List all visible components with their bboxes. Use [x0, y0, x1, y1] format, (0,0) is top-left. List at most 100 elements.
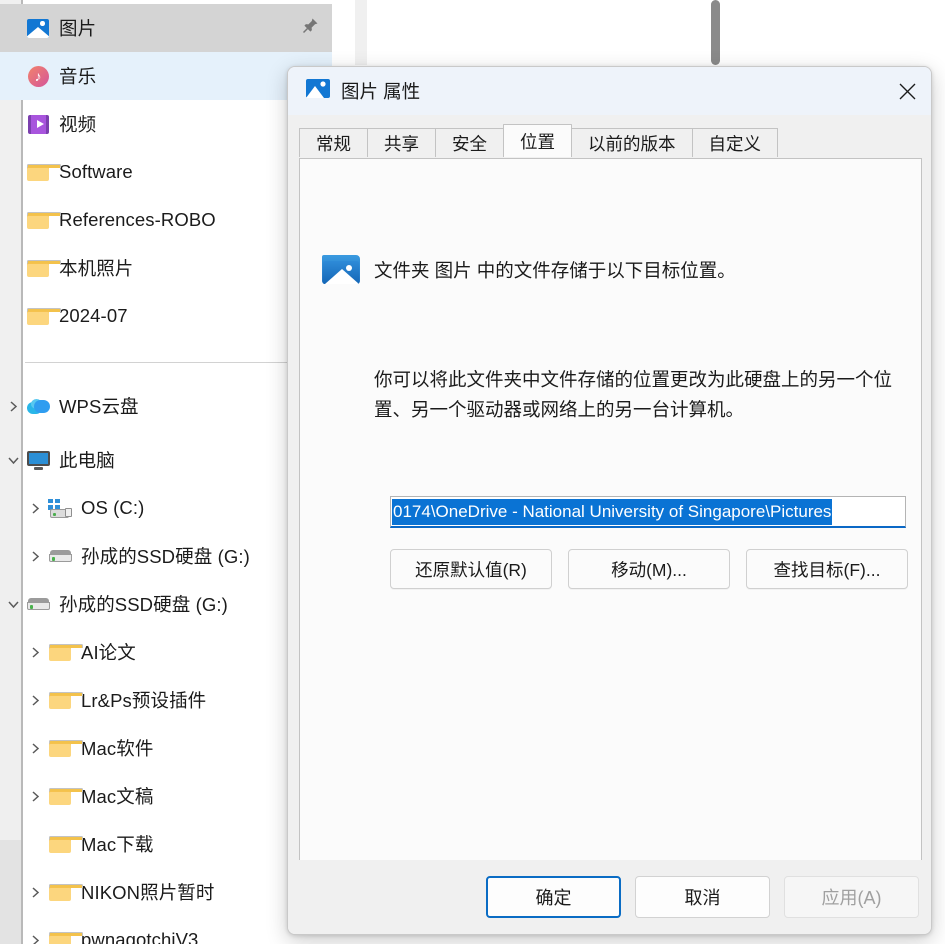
- nav-item-label: 孙成的SSD硬盘 (G:): [81, 546, 250, 567]
- folder-icon: [26, 208, 61, 232]
- folder-icon: [48, 640, 83, 664]
- nav-item-label: Software: [59, 161, 133, 182]
- nav-item[interactable]: 2024-07: [0, 292, 332, 340]
- nav-item-label: OS (C:): [81, 497, 145, 518]
- pin-icon[interactable]: [302, 17, 319, 39]
- tab-0[interactable]: 常规: [299, 128, 368, 157]
- chevron-placeholder: [0, 196, 26, 244]
- picture-icon: [26, 16, 50, 40]
- location-description-text: 你可以将此文件夹中文件存储的位置更改为此硬盘上的另一个位置、另一个驱动器或网络上…: [374, 369, 893, 420]
- drive-icon: [48, 544, 72, 568]
- chevron-placeholder: [0, 4, 26, 52]
- find-target-button[interactable]: 查找目标(F)...: [746, 549, 908, 589]
- nav-item-label: Mac软件: [81, 738, 154, 759]
- chevron-right-icon[interactable]: [22, 916, 48, 944]
- nav-item[interactable]: Mac下载: [0, 820, 332, 868]
- nav-item[interactable]: WPS云盘: [0, 382, 332, 430]
- folder-icon: [48, 832, 83, 856]
- location-heading-text: 文件夹 图片 中的文件存储于以下目标位置。: [374, 260, 736, 281]
- os-drive-icon: [48, 496, 72, 520]
- nav-item[interactable]: 音乐: [0, 52, 332, 100]
- chevron-placeholder: [0, 292, 26, 340]
- folder-icon: [48, 688, 83, 712]
- tab-4[interactable]: 以前的版本: [571, 128, 693, 157]
- chevron-right-icon[interactable]: [22, 484, 48, 532]
- nav-item[interactable]: 孙成的SSD硬盘 (G:): [0, 532, 332, 580]
- nav-item-label: 此电脑: [59, 450, 115, 471]
- computer-icon: [26, 448, 50, 472]
- chevron-right-icon[interactable]: [22, 868, 48, 916]
- nav-item[interactable]: NIKON照片暂时: [0, 868, 332, 916]
- nav-item-label: NIKON照片暂时: [81, 882, 215, 903]
- nav-item[interactable]: 视频: [0, 100, 332, 148]
- nav-item[interactable]: OS (C:): [0, 484, 332, 532]
- nav-item[interactable]: AI论文: [0, 628, 332, 676]
- nav-item[interactable]: References-ROBO: [0, 196, 332, 244]
- close-icon[interactable]: [883, 67, 931, 115]
- nav-item-label: 图片: [59, 18, 97, 39]
- dialog-tabstrip: 常规 共享 安全 位置 以前的版本 自定义: [299, 124, 922, 157]
- nav-item-label: WPS云盘: [59, 396, 139, 417]
- cloud-icon: [26, 394, 50, 418]
- folder-path-value: 0174\OneDrive - National University of S…: [392, 498, 833, 525]
- ok-button[interactable]: 确定: [486, 876, 621, 918]
- music-icon: [26, 64, 50, 88]
- location-tab-panel: 文件夹 图片 中的文件存储于以下目标位置。 你可以将此文件夹中文件存储的位置更改…: [299, 158, 922, 928]
- nav-item[interactable]: pwnagotchiV3: [0, 916, 332, 944]
- nav-item-label: References-ROBO: [59, 209, 216, 230]
- cancel-button[interactable]: 取消: [635, 876, 770, 918]
- nav-item[interactable]: Software: [0, 148, 332, 196]
- chevron-right-icon[interactable]: [22, 724, 48, 772]
- chevron-placeholder: [0, 244, 26, 292]
- nav-item-label: pwnagotchiV3: [81, 929, 199, 944]
- tab-1[interactable]: 共享: [367, 128, 436, 157]
- nav-item-label: 视频: [59, 114, 97, 135]
- tab-5[interactable]: 自定义: [691, 128, 778, 157]
- chevron-placeholder: [0, 100, 26, 148]
- drive-icon: [26, 592, 50, 616]
- nav-item[interactable]: 孙成的SSD硬盘 (G:): [0, 580, 332, 628]
- nav-item[interactable]: Mac软件: [0, 724, 332, 772]
- chevron-right-icon[interactable]: [0, 382, 26, 430]
- nav-item-label: 2024-07: [59, 305, 128, 326]
- dialog-footer: 确定 取消 应用(A): [288, 860, 931, 934]
- nav-scrollbar-track[interactable]: [355, 0, 720, 65]
- chevron-placeholder: [0, 52, 26, 100]
- nav-item-label: 音乐: [59, 66, 97, 87]
- nav-item[interactable]: 图片: [0, 4, 332, 52]
- chevron-right-icon[interactable]: [22, 628, 48, 676]
- chevron-right-icon[interactable]: [22, 676, 48, 724]
- move-button[interactable]: 移动(M)...: [568, 549, 730, 589]
- nav-item-label: Mac文稿: [81, 786, 154, 807]
- nav-scrollbar-thumb[interactable]: [711, 0, 720, 65]
- folder-icon: [48, 784, 83, 808]
- restore-default-button[interactable]: 还原默认值(R): [390, 549, 552, 589]
- chevron-right-icon[interactable]: [22, 532, 48, 580]
- picture-folder-large-icon: [322, 253, 360, 285]
- tab-3[interactable]: 位置: [503, 124, 572, 157]
- nav-item[interactable]: Mac文稿: [0, 772, 332, 820]
- picture-folder-icon: [306, 78, 330, 104]
- folder-icon: [48, 928, 83, 944]
- location-action-buttons: 还原默认值(R) 移动(M)... 查找目标(F)...: [390, 549, 908, 589]
- chevron-right-icon[interactable]: [22, 772, 48, 820]
- nav-item[interactable]: Lr&Ps预设插件: [0, 676, 332, 724]
- folder-icon: [26, 256, 61, 280]
- tab-2[interactable]: 安全: [435, 128, 504, 157]
- folder-path-input[interactable]: 0174\OneDrive - National University of S…: [390, 496, 906, 528]
- nav-item-label: 本机照片: [59, 258, 134, 279]
- dialog-title: 图片 属性: [341, 81, 421, 102]
- nav-item[interactable]: 此电脑: [0, 436, 332, 484]
- video-icon: [26, 112, 50, 136]
- nav-item-label: 孙成的SSD硬盘 (G:): [59, 594, 228, 615]
- nav-item-label: Lr&Ps预设插件: [81, 690, 207, 711]
- chevron-down-icon[interactable]: [0, 580, 26, 628]
- nav-item-label: AI论文: [81, 642, 136, 663]
- nav-item-label: Mac下载: [81, 834, 154, 855]
- folder-icon: [48, 880, 83, 904]
- chevron-placeholder: [22, 820, 48, 868]
- folder-icon: [26, 160, 61, 184]
- nav-item[interactable]: 本机照片: [0, 244, 332, 292]
- chevron-down-icon[interactable]: [0, 436, 26, 484]
- dialog-title-bar: 图片 属性: [288, 67, 931, 115]
